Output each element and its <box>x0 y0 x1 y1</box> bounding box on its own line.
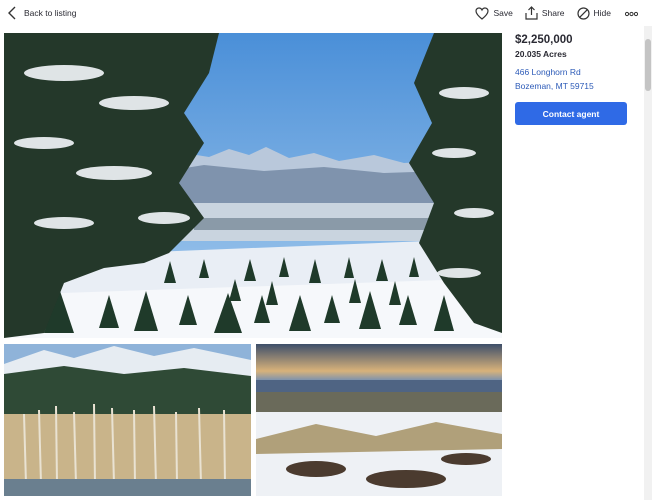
back-label: Back to listing <box>24 8 77 18</box>
scrollbar[interactable] <box>644 26 652 500</box>
share-button[interactable]: Share <box>525 6 565 20</box>
more-options-button[interactable] <box>624 4 639 22</box>
listing-summary: $2,250,000 20.035 Acres 466 Longhorn Rd … <box>515 34 630 125</box>
listing-photo-aspens[interactable] <box>4 344 251 496</box>
chevron-left-icon <box>6 5 18 21</box>
listing-address[interactable]: 466 Longhorn Rd Bozeman, MT 59715 <box>515 65 630 93</box>
listing-actions: Save Share Hide <box>463 3 639 23</box>
top-bar: Back to listing Save Share Hide <box>0 0 652 26</box>
hide-label: Hide <box>593 8 611 18</box>
contact-agent-button[interactable]: Contact agent <box>515 102 627 125</box>
hide-button[interactable]: Hide <box>576 6 611 20</box>
save-label: Save <box>493 8 513 18</box>
address-line-2[interactable]: Bozeman, MT 59715 <box>515 79 630 93</box>
hide-icon <box>576 6 590 20</box>
more-icon <box>624 4 639 22</box>
lot-size: 20.035 Acres <box>515 49 567 59</box>
heart-icon <box>475 6 490 20</box>
save-button[interactable]: Save <box>475 6 513 20</box>
listing-price: $2,250,000 <box>515 34 573 46</box>
listing-photo-sunset[interactable] <box>256 344 502 496</box>
address-line-1[interactable]: 466 Longhorn Rd <box>515 65 630 79</box>
share-icon <box>525 6 538 20</box>
scrollbar-thumb[interactable] <box>645 39 651 91</box>
back-to-listing-link[interactable]: Back to listing <box>6 4 76 22</box>
share-label: Share <box>541 8 565 18</box>
listing-photo-main[interactable] <box>4 33 502 338</box>
